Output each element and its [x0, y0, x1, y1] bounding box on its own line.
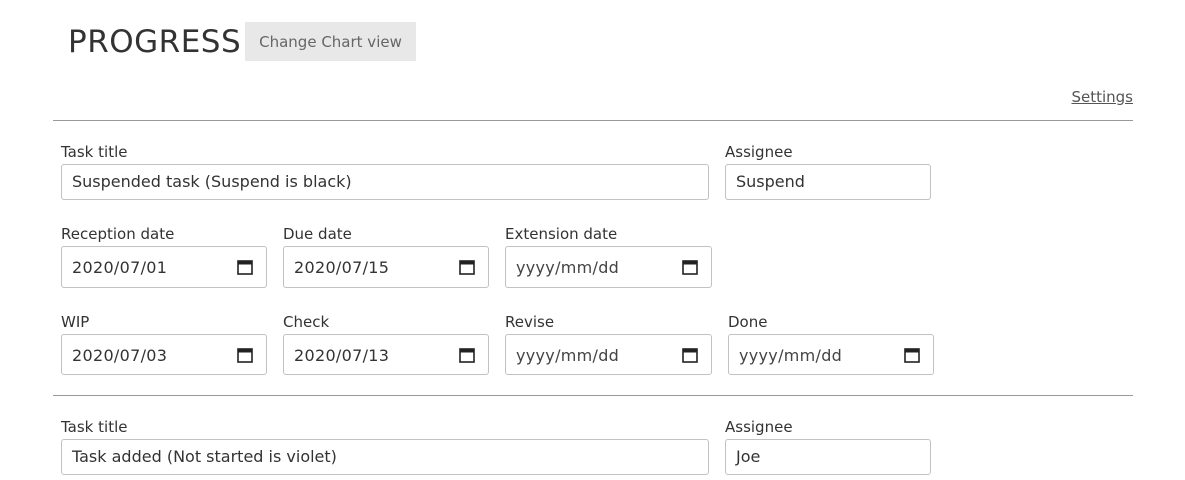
- task-title-input[interactable]: Task added (Not started is violet): [61, 439, 709, 475]
- calendar-icon[interactable]: [237, 347, 253, 363]
- assignee-input[interactable]: Joe: [725, 439, 931, 475]
- calendar-icon[interactable]: [904, 347, 920, 363]
- wip-date-value: 2020/07/03: [72, 346, 168, 365]
- due-date-input[interactable]: 2020/07/15: [283, 246, 489, 288]
- due-date-value: 2020/07/15: [294, 258, 390, 277]
- settings-link[interactable]: Settings: [1071, 88, 1133, 106]
- task-title-input[interactable]: Suspended task (Suspend is black): [61, 164, 709, 200]
- assignee-label: Assignee: [725, 418, 793, 436]
- change-chart-view-button[interactable]: Change Chart view: [245, 22, 416, 61]
- extension-date-label: Extension date: [505, 225, 618, 243]
- revise-label: Revise: [505, 313, 555, 331]
- assignee-input[interactable]: Suspend: [725, 164, 931, 200]
- extension-date-input[interactable]: yyyy/mm/dd: [505, 246, 712, 288]
- check-date-input[interactable]: 2020/07/13: [283, 334, 489, 375]
- calendar-icon[interactable]: [459, 259, 475, 275]
- done-label: Done: [728, 313, 768, 331]
- revise-date-placeholder: yyyy/mm/dd: [516, 346, 620, 365]
- reception-date-input[interactable]: 2020/07/01: [61, 246, 267, 288]
- due-date-label: Due date: [283, 225, 352, 243]
- reception-date-value: 2020/07/01: [72, 258, 168, 277]
- task-title-label: Task title: [61, 418, 128, 436]
- done-date-input[interactable]: yyyy/mm/dd: [728, 334, 934, 375]
- divider: [53, 120, 1133, 121]
- reception-date-label: Reception date: [61, 225, 175, 243]
- divider: [53, 395, 1133, 396]
- task-title-label: Task title: [61, 143, 128, 161]
- calendar-icon[interactable]: [682, 259, 698, 275]
- progress-page: PROGRESS Change Chart view Settings Task…: [0, 0, 1185, 480]
- calendar-icon[interactable]: [459, 347, 475, 363]
- check-date-value: 2020/07/13: [294, 346, 390, 365]
- done-date-placeholder: yyyy/mm/dd: [739, 346, 843, 365]
- wip-label: WIP: [61, 313, 90, 331]
- revise-date-input[interactable]: yyyy/mm/dd: [505, 334, 712, 375]
- calendar-icon[interactable]: [237, 259, 253, 275]
- page-title: PROGRESS: [68, 24, 242, 60]
- assignee-label: Assignee: [725, 143, 793, 161]
- extension-date-placeholder: yyyy/mm/dd: [516, 258, 620, 277]
- calendar-icon[interactable]: [682, 347, 698, 363]
- wip-date-input[interactable]: 2020/07/03: [61, 334, 267, 375]
- check-label: Check: [283, 313, 330, 331]
